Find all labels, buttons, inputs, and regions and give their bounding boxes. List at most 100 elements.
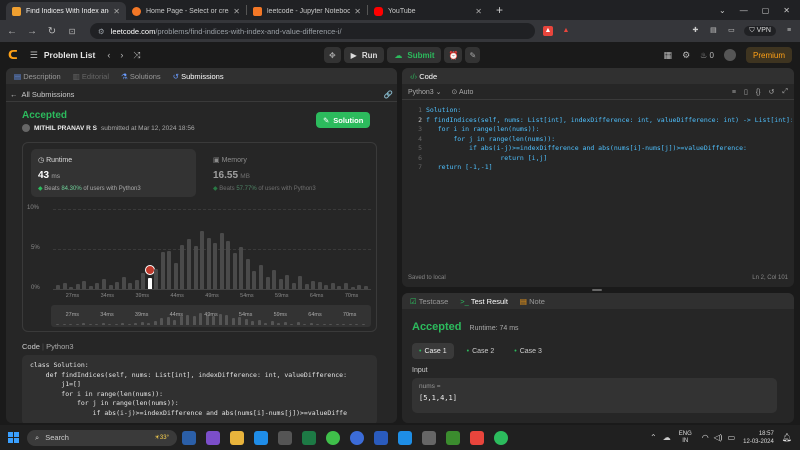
vscode-icon[interactable] (398, 430, 412, 445)
tray-chevron-icon[interactable]: ⌃ (650, 433, 657, 442)
brave-rewards-icon[interactable]: ▲ (561, 26, 571, 36)
bookmark-icon[interactable]: ⊡ (66, 27, 78, 36)
all-submissions-link[interactable]: All Submissions (22, 90, 75, 99)
meet-icon[interactable] (206, 430, 220, 445)
shuffle-icon[interactable]: ⤨ (133, 50, 140, 61)
streak-counter[interactable]: ♨ 0 (700, 51, 714, 60)
url-input[interactable]: ⚙ leetcode.com/problems/find-indices-wit… (90, 23, 535, 39)
volume-icon[interactable]: ◁) (714, 433, 723, 442)
forward-icon[interactable]: → (26, 26, 38, 37)
chart-bar[interactable] (167, 250, 172, 289)
tab-solutions[interactable]: ⚗ Solutions (121, 72, 161, 81)
chart-bar[interactable] (160, 252, 165, 289)
new-tab-icon[interactable]: + (496, 3, 503, 17)
taskbar-search[interactable]: ⌕ Search ☀33° (27, 429, 177, 446)
vpn-button[interactable]: ⛉ VPN (744, 26, 776, 36)
close-tab-icon[interactable]: ✕ (354, 7, 361, 16)
cloud-icon[interactable]: ☁ (663, 433, 671, 442)
chart-bar[interactable] (232, 253, 237, 289)
chart-bar[interactable] (226, 241, 231, 289)
range-slider[interactable]: 27ms 34ms 39ms 44ms 49ms 54ms 59ms 64ms 70ms (51, 305, 371, 327)
chart-bar[interactable] (147, 277, 152, 289)
case-2-tab[interactable]: • Case 2 (460, 343, 502, 359)
chrome-icon[interactable] (326, 430, 340, 445)
tab-note[interactable]: ▤ Note (520, 297, 545, 306)
case-3-tab[interactable]: • Case 3 (507, 343, 549, 359)
back-icon[interactable]: ← (6, 26, 18, 37)
chart-bar[interactable] (154, 269, 159, 289)
editor-code-area[interactable]: Solution: f findIndices(self, nums: List… (426, 106, 792, 173)
sidebar-icon[interactable]: ▤ (708, 26, 718, 36)
tab-search-icon[interactable]: ⌄ (719, 6, 726, 15)
notes-button[interactable]: ✎ (465, 47, 481, 63)
prev-problem-icon[interactable]: ‹ (107, 50, 110, 60)
format-icon[interactable]: ≡ (732, 89, 736, 96)
reload-icon[interactable]: ↻ (46, 26, 58, 37)
browser-tab-jupyter-notebook[interactable]: leetcode - Jupyter Notebook ✕ (247, 2, 367, 20)
next-problem-icon[interactable]: › (120, 50, 123, 60)
battery-icon[interactable]: ▭ (728, 433, 736, 442)
minimize-icon[interactable]: — (740, 6, 748, 15)
maximize-icon[interactable]: ▢ (762, 6, 770, 15)
chart-bar[interactable] (219, 233, 224, 289)
browser-tab-youtube[interactable]: YouTube ✕ (368, 2, 488, 20)
close-window-icon[interactable]: ✕ (783, 6, 790, 15)
chart-bar[interactable] (206, 237, 211, 289)
case-1-tab[interactable]: • Case 1 (412, 343, 454, 359)
windows-start-icon[interactable] (8, 432, 19, 443)
wallet-icon[interactable]: ▭ (726, 26, 736, 36)
site-info-icon[interactable]: ⚙ (98, 27, 105, 36)
tab-test-result[interactable]: >_ Test Result (460, 297, 508, 306)
runtime-box[interactable]: ◷ Runtime 43 ms ◆ Beats 84.30% of users … (31, 149, 196, 197)
fullscreen-icon[interactable]: ⤢ (782, 88, 788, 96)
chart-bar[interactable] (258, 265, 263, 289)
chart-bar[interactable] (121, 277, 126, 289)
edge-icon[interactable] (254, 430, 268, 445)
submitted-code-block[interactable]: class Solution: def findIndices(self, nu… (22, 355, 377, 423)
chart-bar[interactable] (298, 276, 303, 289)
brave-shield-icon[interactable]: ▲ (543, 26, 553, 36)
chart-bar[interactable] (245, 258, 250, 289)
close-tab-icon[interactable]: ✕ (233, 7, 240, 16)
app-icon[interactable] (422, 430, 436, 445)
chart-bar[interactable] (200, 231, 205, 289)
excel-icon[interactable] (302, 430, 316, 445)
autocomplete-toggle[interactable]: ⊙ Auto (452, 88, 474, 96)
leetcode-logo-icon[interactable]: ᑕ (8, 48, 18, 62)
tab-description[interactable]: ▤ Description (14, 72, 61, 81)
code-tab[interactable]: ‹/› Code (410, 72, 437, 81)
close-tab-icon[interactable]: ✕ (475, 7, 482, 16)
user-avatar[interactable] (22, 124, 30, 132)
debug-button[interactable]: ✥ (323, 47, 341, 63)
browser-tab-jupyter-home[interactable]: Home Page - Select or create a note ✕ (126, 2, 246, 20)
solution-button[interactable]: ✎ Solution (316, 112, 371, 128)
settings-icon[interactable]: ⚙ (682, 50, 690, 61)
task-view-icon[interactable] (182, 430, 196, 445)
browser-tab-leetcode[interactable]: Find Indices With Index and Valu ✕ (6, 2, 126, 20)
weather-badge[interactable]: ☀33° (155, 434, 169, 441)
chart-bar[interactable] (278, 279, 283, 289)
back-arrow-icon[interactable]: ← (10, 90, 18, 99)
premium-button[interactable]: Premium (746, 47, 793, 63)
run-button[interactable]: ▶ Run (343, 47, 385, 63)
chart-bar[interactable] (141, 273, 146, 289)
tab-submissions[interactable]: ↺ Submissions (173, 72, 224, 81)
tab-testcase[interactable]: ☑ Testcase (410, 297, 448, 306)
chart-bar[interactable] (317, 281, 322, 289)
language-select[interactable]: Python3 ⌄ (408, 88, 442, 96)
word-icon[interactable] (374, 430, 388, 445)
language-indicator[interactable]: ENG IN (679, 431, 692, 445)
tab-editorial[interactable]: ▥ Editorial (73, 72, 109, 81)
chart-bar[interactable] (213, 242, 218, 289)
browser-icon[interactable] (350, 430, 364, 445)
chart-bar[interactable] (311, 281, 316, 289)
file-explorer-icon[interactable] (230, 430, 244, 445)
chart-bar[interactable] (115, 281, 120, 289)
braces-icon[interactable]: {} (756, 89, 761, 96)
chart-bar[interactable] (134, 280, 139, 289)
layout-icon[interactable]: ▦ (664, 50, 673, 61)
wifi-icon[interactable]: ◠ (702, 433, 709, 442)
your-submission-marker[interactable] (144, 264, 155, 275)
clock[interactable]: 18:57 12-03-2024 (743, 430, 774, 446)
chart-bar[interactable] (187, 239, 192, 289)
